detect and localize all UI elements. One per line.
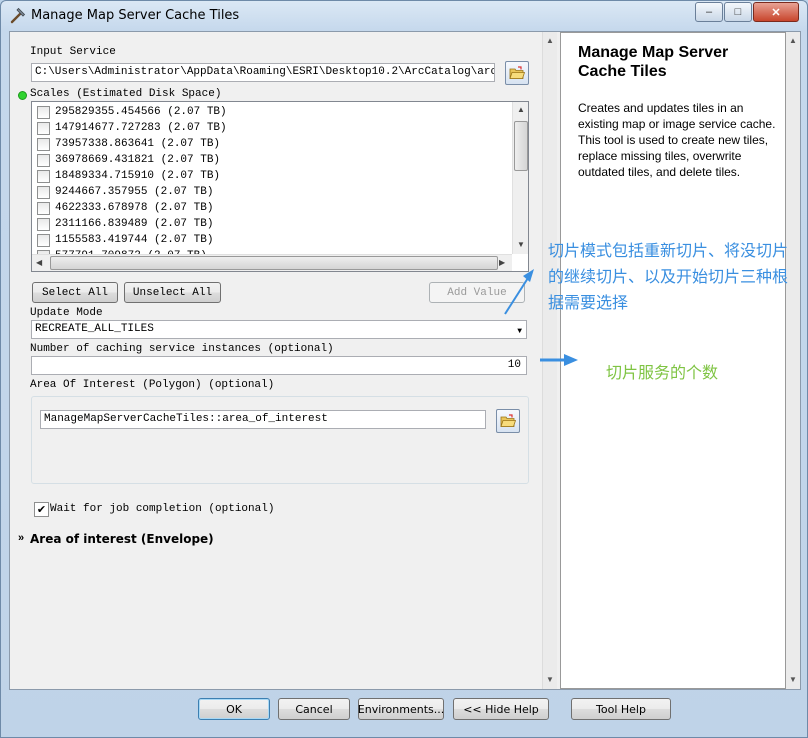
scale-checkbox[interactable] <box>37 153 50 167</box>
input-service-field[interactable]: C:\Users\Administrator\AppData\Roaming\E… <box>31 63 495 82</box>
tool-help-button[interactable]: Tool Help <box>571 698 671 720</box>
update-mode-value: RECREATE_ALL_TILES <box>35 323 154 335</box>
help-body: Creates and updates tiles in an existing… <box>578 101 776 179</box>
window-title: Manage Map Server Cache Tiles <box>31 8 240 23</box>
environments-button[interactable]: Environments... <box>358 698 444 720</box>
aoi-group: ManageMapServerCacheTiles::area_of_inter… <box>31 396 529 484</box>
update-mode-annotation: 切片模式包括重新切片、将没切片的继续切片、以及开始切片三种根据需要选择 <box>548 243 789 312</box>
scale-item-label: 1155583.419744 (2.07 TB) <box>55 234 214 246</box>
aoi-field[interactable]: ManageMapServerCacheTiles::area_of_inter… <box>40 410 486 429</box>
scale-checkbox[interactable] <box>37 137 50 151</box>
scale-checkbox[interactable] <box>37 121 50 135</box>
scroll-down-icon[interactable]: ▼ <box>546 675 554 684</box>
scrollbar-thumb[interactable] <box>50 256 498 270</box>
ok-button[interactable]: OK <box>198 698 270 720</box>
scroll-left-icon[interactable]: ◀ <box>36 258 42 267</box>
cancel-button[interactable]: Cancel <box>278 698 350 720</box>
scale-item-label: 9244667.357955 (2.07 TB) <box>55 186 214 198</box>
list-item[interactable]: 18489334.715910 (2.07 TB) <box>32 168 227 184</box>
required-indicator-icon <box>18 91 27 100</box>
title-bar[interactable]: Manage Map Server Cache Tiles – □ ✕ <box>1 1 807 30</box>
scrollbar-thumb[interactable] <box>514 121 528 171</box>
scales-listbox[interactable]: 295829355.454566 (2.07 TB) 147914677.727… <box>31 101 529 272</box>
wait-label: Wait for job completion (optional) <box>50 503 275 515</box>
instances-field[interactable]: 10 <box>31 356 527 375</box>
aoi-label: Area Of Interest (Polygon) (optional) <box>30 379 275 391</box>
list-item[interactable]: 295829355.454566 (2.07 TB) <box>32 104 227 120</box>
scale-item-label: 295829355.454566 (2.07 TB) <box>55 106 227 118</box>
expand-chevron-icon[interactable]: » <box>18 532 24 544</box>
list-item[interactable]: 9244667.357955 (2.07 TB) <box>32 184 227 200</box>
wait-checkbox[interactable]: ✔ <box>34 502 49 517</box>
scale-item-label: 18489334.715910 (2.07 TB) <box>55 170 221 182</box>
instances-label: Number of caching service instances (opt… <box>30 343 334 355</box>
hammer-icon <box>10 7 26 24</box>
select-all-button[interactable]: Select All <box>32 282 118 303</box>
scroll-down-icon[interactable]: ▼ <box>789 675 797 684</box>
list-item[interactable]: 73957338.863641 (2.07 TB) <box>32 136 227 152</box>
scales-label: Scales (Estimated Disk Space) <box>30 88 222 100</box>
close-button[interactable]: ✕ <box>753 2 799 22</box>
pointer-arrow-icon <box>504 277 529 315</box>
input-service-label: Input Service <box>30 46 116 58</box>
open-folder-icon <box>509 66 525 79</box>
scale-checkbox[interactable] <box>37 217 50 231</box>
input-service-browse-button[interactable] <box>505 61 529 85</box>
open-folder-icon <box>500 414 516 427</box>
list-item[interactable]: 4622333.678978 (2.07 TB) <box>32 200 227 216</box>
update-mode-label: Update Mode <box>30 307 103 319</box>
parameters-pane: Input Service C:\Users\Administrator\App… <box>10 32 550 689</box>
tool-dialog-window: Manage Map Server Cache Tiles – □ ✕ Inpu… <box>0 0 808 738</box>
list-item[interactable]: 36978669.431821 (2.07 TB) <box>32 152 227 168</box>
scale-item-label: 36978669.431821 (2.07 TB) <box>55 154 221 166</box>
update-mode-select[interactable]: RECREATE_ALL_TILES ▼ <box>31 320 527 339</box>
hide-help-button[interactable]: << Hide Help <box>453 698 549 720</box>
unselect-all-button[interactable]: Unselect All <box>124 282 221 303</box>
arrowhead-icon <box>564 354 578 366</box>
minimize-button[interactable]: – <box>695 2 723 22</box>
aoi-browse-button[interactable] <box>496 409 520 433</box>
scales-vertical-scrollbar[interactable]: ▲ ▼ <box>512 102 528 254</box>
help-scrollbar[interactable]: ▲ ▼ <box>786 32 800 689</box>
arrowhead-icon <box>523 269 534 282</box>
scroll-down-icon[interactable]: ▼ <box>517 240 525 249</box>
scroll-up-icon[interactable]: ▲ <box>517 105 525 114</box>
scale-item-label: 4622333.678978 (2.07 TB) <box>55 202 214 214</box>
scale-checkbox[interactable] <box>37 233 50 247</box>
list-item[interactable]: 2311166.839489 (2.07 TB) <box>32 216 227 232</box>
scale-item-label: 147914677.727283 (2.07 TB) <box>55 122 227 134</box>
scale-checkbox[interactable] <box>37 105 50 119</box>
envelope-section-header[interactable]: Area of interest (Envelope) <box>30 532 214 546</box>
instances-annotation: 切片服务的个数 <box>606 365 719 382</box>
scales-horizontal-scrollbar[interactable]: ◀ ▶ <box>32 254 512 271</box>
scroll-up-icon[interactable]: ▲ <box>789 36 797 45</box>
scale-item-label: 2311166.839489 (2.07 TB) <box>55 218 214 230</box>
scale-checkbox[interactable] <box>37 169 50 183</box>
scale-item-label: 73957338.863641 (2.07 TB) <box>55 138 221 150</box>
scale-checkbox[interactable] <box>37 201 50 215</box>
checkmark-icon: ✔ <box>36 504 47 516</box>
instances-arrow <box>540 354 578 366</box>
dialog-client: Input Service C:\Users\Administrator\App… <box>9 31 801 690</box>
scale-checkbox[interactable] <box>37 185 50 199</box>
maximize-button[interactable]: □ <box>724 2 752 22</box>
list-item[interactable]: 147914677.727283 (2.07 TB) <box>32 120 227 136</box>
list-item[interactable]: 1155583.419744 (2.07 TB) <box>32 232 227 248</box>
help-title: Manage Map Server Cache Tiles <box>578 44 729 80</box>
scroll-up-icon[interactable]: ▲ <box>546 36 554 45</box>
